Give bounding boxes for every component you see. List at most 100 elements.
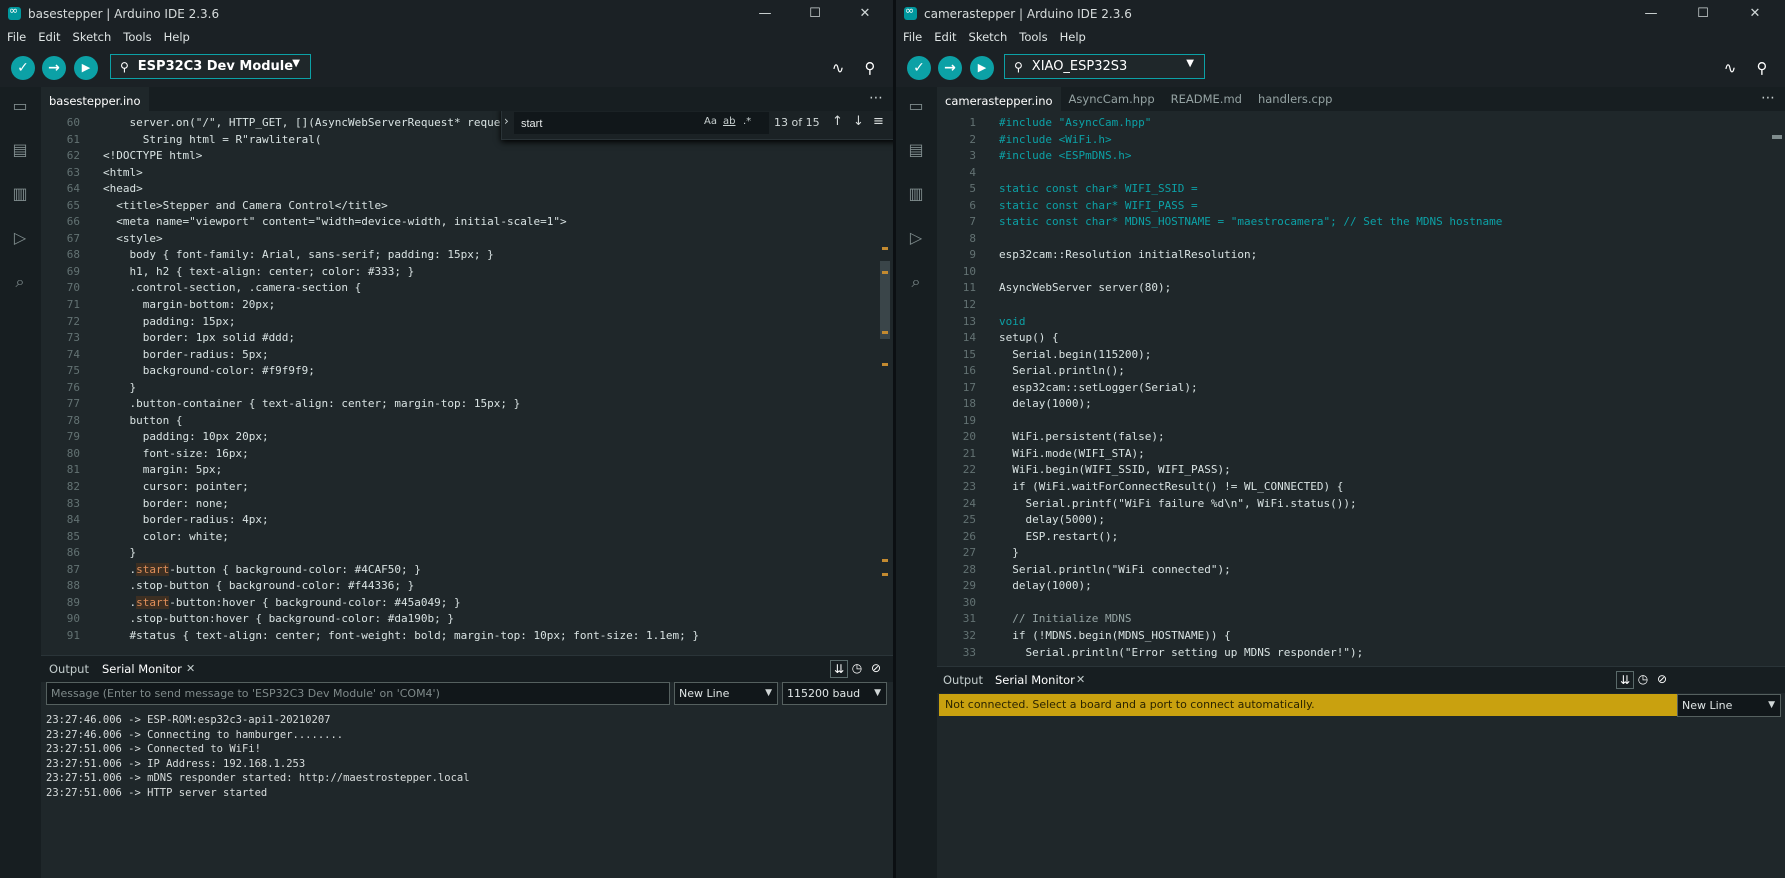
maximize-icon[interactable]: ☐ — [1683, 0, 1723, 27]
menu-edit[interactable]: Edit — [934, 30, 956, 44]
code-line: 78 button { — [41, 413, 893, 430]
serial-plotter-icon[interactable]: ∿ — [828, 58, 848, 78]
usb-icon: ⚲ — [120, 59, 129, 74]
menu-bar: File Edit Sketch Tools Help — [896, 27, 1785, 47]
debug-icon[interactable]: ▷ — [905, 227, 927, 249]
code-line: 79 padding: 10px 20px; — [41, 429, 893, 446]
menu-sketch[interactable]: Sketch — [73, 30, 112, 44]
left-ide-window: basestepper | Arduino IDE 2.3.6 — ☐ ✕ Fi… — [0, 0, 893, 878]
library-icon[interactable]: ▥ — [905, 183, 927, 205]
debug-icon[interactable]: ▷ — [9, 227, 31, 249]
folder-icon[interactable]: ▭ — [905, 95, 927, 117]
menu-file[interactable]: File — [7, 30, 26, 44]
menu-file[interactable]: File — [903, 30, 922, 44]
line-number: 71 — [66, 298, 80, 312]
code-editor[interactable]: 60 server.on("/", HTTP_GET, [](AsyncWebS… — [41, 111, 893, 654]
minimize-icon[interactable]: — — [1631, 0, 1671, 27]
autoscroll-icon[interactable]: ⇊ — [830, 660, 848, 678]
serial-plotter-icon[interactable]: ∿ — [1720, 58, 1740, 78]
tab-serial-monitor[interactable]: Serial Monitor — [995, 667, 1075, 693]
baud-rate-select[interactable]: 115200 baud ▼ — [782, 682, 887, 705]
line-text: delay(5000); — [999, 513, 1105, 527]
autoscroll-icon[interactable]: ⇊ — [1616, 671, 1634, 689]
boards-manager-icon[interactable]: ▤ — [905, 139, 927, 161]
menu-help[interactable]: Help — [1060, 30, 1086, 44]
verify-button[interactable]: ✓ — [11, 56, 35, 80]
close-tab-icon[interactable]: ✕ — [1076, 667, 1085, 693]
menu-bar: File Edit Sketch Tools Help — [0, 27, 893, 47]
line-number: 61 — [66, 132, 80, 146]
line-text: WiFi.begin(WIFI_SSID, WIFI_PASS); — [999, 463, 1231, 477]
timestamp-icon[interactable]: ◷ — [849, 660, 865, 676]
upload-button[interactable]: → — [42, 56, 66, 80]
line-ending-select[interactable]: New Line ▼ — [674, 682, 778, 705]
sidebar: ▭ ▤ ▥ ▷ ⌕ — [0, 87, 41, 878]
upload-button[interactable]: → — [938, 56, 962, 80]
board-name: ESP32C3 Dev Module — [137, 59, 294, 74]
code-line: 72 padding: 15px; — [41, 314, 893, 331]
serial-monitor-icon[interactable]: ⚲ — [860, 58, 880, 78]
timestamp-icon[interactable]: ◷ — [1635, 671, 1651, 687]
tab-asynccam[interactable]: AsyncCam.hpp — [1061, 87, 1163, 111]
regex-toggle[interactable]: .* — [743, 116, 751, 127]
code-line: 76 } — [41, 380, 893, 397]
board-selector[interactable]: ⚲ ESP32C3 Dev Module ▼ — [110, 54, 311, 79]
tab-basestepper[interactable]: basestepper.ino — [41, 87, 149, 113]
match-word-toggle[interactable]: ab — [723, 116, 735, 127]
code-line: 62 <!DOCTYPE html> — [41, 148, 893, 165]
serial-monitor-icon[interactable]: ⚲ — [1752, 58, 1772, 78]
tab-readme[interactable]: README.md — [1163, 87, 1250, 111]
folder-icon[interactable]: ▭ — [9, 95, 31, 117]
board-selector[interactable]: ⚲ XIAO_ESP32S3 ▼ — [1004, 54, 1205, 79]
editor-tabs: camerastepper.ino AsyncCam.hpp README.md… — [937, 87, 1785, 113]
line-text: .start-button:hover { background-color: … — [103, 595, 461, 609]
close-icon[interactable]: ✕ — [845, 0, 885, 27]
code-editor[interactable]: 1 #include "AsyncCam.hpp" 2 #include <WiFi.… — [937, 111, 1785, 663]
arrow-down-icon[interactable]: ↓ — [853, 114, 864, 129]
search-icon[interactable]: ⌕ — [9, 271, 31, 293]
minimize-icon[interactable]: — — [745, 0, 785, 27]
menu-edit[interactable]: Edit — [38, 30, 60, 44]
clear-output-icon[interactable]: ⊘ — [1654, 671, 1670, 687]
line-text: Serial.printf("WiFi failure %d\n", WiFi.… — [999, 496, 1357, 510]
menu-tools[interactable]: Tools — [123, 30, 151, 44]
chevron-right-icon[interactable]: › — [504, 114, 509, 128]
editor-tabs: basestepper.ino ⋯ — [41, 87, 893, 113]
maximize-icon[interactable]: ☐ — [795, 0, 835, 27]
clear-output-icon[interactable]: ⊘ — [868, 660, 884, 676]
menu-sketch[interactable]: Sketch — [969, 30, 1008, 44]
line-number: 84 — [66, 513, 80, 527]
message-input[interactable]: Message (Enter to send message to 'ESP32… — [46, 682, 670, 705]
close-icon[interactable]: ✕ — [1735, 0, 1775, 27]
library-icon[interactable]: ▥ — [9, 183, 31, 205]
chevron-down-icon: ▼ — [874, 688, 881, 698]
match-marker — [882, 363, 888, 366]
search-icon[interactable]: ⌕ — [905, 271, 927, 293]
tab-output[interactable]: Output — [943, 667, 983, 693]
find-in-selection-icon[interactable]: ≡ — [873, 114, 884, 129]
line-number: 25 — [962, 513, 976, 527]
debug-button[interactable]: ▶ — [74, 56, 98, 80]
line-number: 4 — [969, 165, 976, 179]
verify-button[interactable]: ✓ — [907, 56, 931, 80]
line-ending-select[interactable]: New Line ▼ — [1677, 694, 1781, 717]
menu-help[interactable]: Help — [164, 30, 190, 44]
tab-camerastepper[interactable]: camerastepper.ino — [937, 87, 1061, 113]
boards-manager-icon[interactable]: ▤ — [9, 139, 31, 161]
code-line: 27 } — [937, 545, 1785, 562]
toolbar: ✓ → ▶ ⚲ XIAO_ESP32S3 ▼ ∿ ⚲ — [896, 47, 1785, 87]
more-icon[interactable]: ⋯ — [1761, 87, 1775, 109]
scrollbar-thumb[interactable] — [1772, 135, 1782, 139]
tab-output[interactable]: Output — [49, 656, 89, 682]
close-tab-icon[interactable]: ✕ — [186, 656, 195, 682]
debug-button[interactable]: ▶ — [970, 56, 994, 80]
menu-tools[interactable]: Tools — [1019, 30, 1047, 44]
code-line: 25 delay(5000); — [937, 512, 1785, 529]
chevron-down-icon: ▼ — [765, 688, 772, 698]
more-icon[interactable]: ⋯ — [869, 87, 883, 109]
tab-handlers[interactable]: handlers.cpp — [1250, 87, 1341, 111]
code-lines: 1 #include "AsyncCam.hpp" 2 #include <WiFi.… — [937, 115, 1785, 661]
tab-serial-monitor[interactable]: Serial Monitor — [102, 656, 182, 682]
match-case-toggle[interactable]: Aa — [704, 116, 717, 127]
arrow-up-icon[interactable]: ↑ — [832, 114, 843, 129]
